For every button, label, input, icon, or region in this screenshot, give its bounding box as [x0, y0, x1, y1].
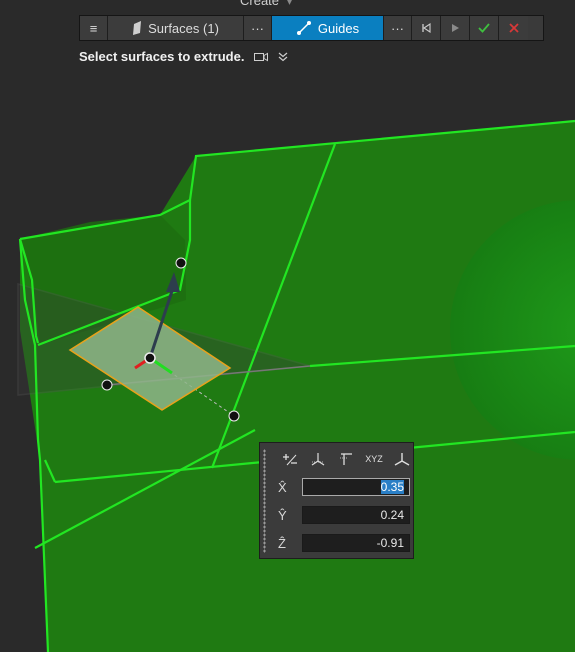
- y-value-text: 0.24: [380, 508, 404, 522]
- top-menu-label: Create: [240, 0, 280, 8]
- surface-icon: [133, 21, 142, 35]
- plus-minus-button[interactable]: [276, 449, 304, 469]
- handle-left: [101, 379, 113, 391]
- axes-button[interactable]: [304, 449, 332, 469]
- x-value-field[interactable]: 0.35: [302, 478, 410, 496]
- guide-line-icon: [296, 21, 311, 35]
- z-value-text: -0.91: [376, 536, 404, 550]
- z-value-field[interactable]: -0.91: [302, 534, 410, 552]
- double-chevron-down-icon[interactable]: [278, 52, 288, 62]
- camera-icon[interactable]: [254, 52, 269, 62]
- surfaces-selector-button[interactable]: Surfaces (1): [108, 16, 244, 40]
- command-toolbar: ≡ Surfaces (1) ··· Guides ···: [79, 15, 544, 41]
- coord-row-z: Ẑ -0.91: [278, 533, 410, 553]
- chevron-down-icon: ▾: [287, 0, 293, 8]
- frame-icon: [394, 453, 410, 466]
- handle-arrow-tip: [175, 257, 187, 269]
- x-value-text: 0.35: [380, 480, 404, 494]
- prompt-text: Select surfaces to extrude.: [79, 49, 245, 64]
- coord-row-y: Ŷ 0.24: [278, 505, 410, 525]
- more-icon: ···: [251, 20, 264, 36]
- top-menu-create[interactable]: Create ▾: [240, 0, 292, 8]
- y-value-field[interactable]: 0.24: [302, 506, 410, 524]
- plus-minus-icon: [283, 454, 297, 466]
- play-icon: [452, 24, 459, 32]
- play-button[interactable]: [441, 16, 470, 40]
- accept-button[interactable]: [470, 16, 499, 40]
- handle-origin: [144, 352, 156, 364]
- coordinate-tools: XYZ: [276, 449, 416, 469]
- handle-edge: [228, 410, 240, 422]
- xyz-label: XYZ: [365, 454, 383, 464]
- guides-more-button[interactable]: ···: [384, 16, 412, 40]
- step-back-button[interactable]: [412, 16, 441, 40]
- guides-selector-button[interactable]: Guides: [272, 16, 384, 40]
- surfaces-label: Surfaces (1): [148, 20, 219, 36]
- axis-label-z: Ẑ: [278, 535, 286, 551]
- axis-label-y: Ŷ: [278, 507, 287, 523]
- more-icon: ···: [391, 20, 404, 36]
- drag-handle[interactable]: [263, 449, 266, 553]
- skip-back-icon: [422, 23, 431, 33]
- surfaces-more-button[interactable]: ···: [244, 16, 272, 40]
- xyz-button[interactable]: XYZ: [360, 449, 388, 469]
- guides-label: Guides: [317, 20, 360, 36]
- axis-label-x: X̂: [278, 479, 287, 495]
- selection-prompt: Select surfaces to extrude.: [79, 49, 288, 64]
- coord-row-x: X̂ 0.35: [278, 477, 410, 497]
- menu-button[interactable]: ≡: [80, 16, 108, 40]
- hamburger-icon: ≡: [89, 20, 98, 36]
- check-icon: [478, 23, 490, 33]
- plane-button[interactable]: [332, 449, 360, 469]
- frame-button[interactable]: [388, 449, 416, 469]
- cancel-button[interactable]: [499, 16, 528, 40]
- plane-icon: [340, 453, 352, 465]
- close-icon: [508, 23, 519, 33]
- coordinate-panel: XYZ X̂ 0.35 Ŷ 0.24 Ẑ -0.91: [259, 442, 414, 559]
- axes-icon: [311, 453, 325, 466]
